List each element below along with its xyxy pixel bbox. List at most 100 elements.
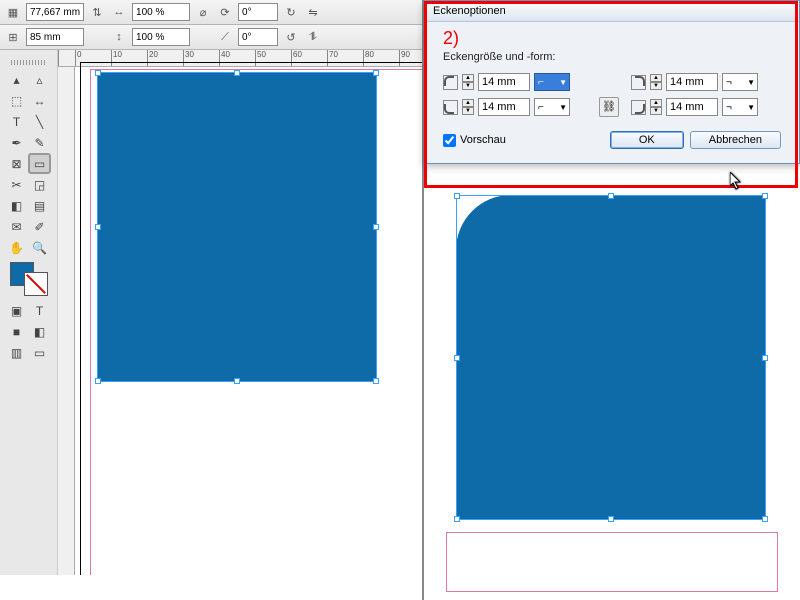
- annotation-legend: 2): [443, 28, 781, 49]
- handle-bl[interactable]: [454, 516, 460, 522]
- rotate-ccw-button[interactable]: ↺: [282, 28, 300, 46]
- line-tool[interactable]: ╲: [28, 111, 51, 132]
- handle-ml[interactable]: [95, 224, 101, 230]
- reference-point-icon[interactable]: ▦: [4, 3, 22, 21]
- page-tool[interactable]: ⬚: [5, 90, 28, 111]
- frame-tool[interactable]: ⊠: [5, 153, 28, 174]
- spin-down[interactable]: ▼: [462, 107, 474, 115]
- rotate-field[interactable]: 0°: [238, 3, 278, 21]
- shape-icon: ¬: [726, 77, 732, 88]
- eyedropper-tool[interactable]: ✐: [28, 216, 51, 237]
- selection-box[interactable]: [97, 72, 377, 382]
- chevron-down-icon: ▼: [747, 78, 755, 87]
- preview-label: Vorschau: [460, 134, 506, 146]
- spin-up[interactable]: ▲: [462, 74, 474, 82]
- shape-icon: ⌐: [538, 102, 544, 113]
- zoom-tool[interactable]: 🔍: [28, 237, 51, 258]
- handle-bc[interactable]: [234, 378, 240, 384]
- spin-down[interactable]: ▼: [650, 82, 662, 90]
- handle-ml[interactable]: [454, 355, 460, 361]
- preview-checkbox-input[interactable]: [443, 134, 456, 147]
- spin-up[interactable]: ▲: [650, 99, 662, 107]
- flip-h-button[interactable]: ⇋: [304, 3, 322, 21]
- rectangle-tool[interactable]: ▭: [28, 153, 51, 174]
- corner-top-right-row: ▲▼ ¬▼: [631, 73, 781, 91]
- corner-tr-value[interactable]: [666, 73, 718, 91]
- handle-bl[interactable]: [95, 378, 101, 384]
- spinner-br[interactable]: ▲▼: [650, 99, 662, 115]
- handle-mr[interactable]: [762, 355, 768, 361]
- transform-tool[interactable]: ◲: [28, 174, 51, 195]
- handle-tl[interactable]: [95, 70, 101, 76]
- note-tool[interactable]: ✉: [5, 216, 28, 237]
- corner-bl-icon: [443, 100, 458, 115]
- x-field[interactable]: 77,667 mm: [26, 3, 84, 21]
- shear-field[interactable]: 0°: [238, 28, 278, 46]
- type-tool[interactable]: T: [5, 111, 28, 132]
- vertical-ruler[interactable]: [58, 67, 75, 575]
- y-field[interactable]: 85 mm: [26, 28, 84, 46]
- color-swatches[interactable]: [10, 262, 48, 296]
- handle-bc[interactable]: [608, 516, 614, 522]
- corner-bottom-right-row: ▲▼ ¬▼: [631, 98, 781, 116]
- spinner-tl[interactable]: ▲▼: [462, 74, 474, 90]
- spin-up[interactable]: ▲: [462, 99, 474, 107]
- view-mode-normal[interactable]: ▥: [5, 342, 28, 363]
- format-container-button[interactable]: ▣: [5, 300, 28, 321]
- spin-up[interactable]: ▲: [650, 74, 662, 82]
- selection-box-right[interactable]: [456, 195, 766, 520]
- hand-tool[interactable]: ✋: [5, 237, 28, 258]
- feather-tool[interactable]: ▤: [28, 195, 51, 216]
- pen-tool[interactable]: ✒: [5, 132, 28, 153]
- link-scale-icon[interactable]: ⌀: [194, 3, 212, 21]
- view-mode-preview[interactable]: ▭: [28, 342, 51, 363]
- spin-down[interactable]: ▼: [650, 107, 662, 115]
- panel-grip[interactable]: [11, 60, 46, 65]
- scale-x-value: 100 %: [136, 7, 164, 18]
- pencil-tool[interactable]: ✎: [28, 132, 51, 153]
- chevron-down-icon: ▼: [559, 78, 567, 87]
- mouse-cursor-icon: [730, 172, 742, 190]
- corner-bl-value[interactable]: [478, 98, 530, 116]
- rotate-cw-button[interactable]: ↻: [282, 3, 300, 21]
- handle-tc[interactable]: [608, 193, 614, 199]
- handle-br[interactable]: [762, 516, 768, 522]
- scissors-tool[interactable]: ✂: [5, 174, 28, 195]
- scale-x-field[interactable]: 100 %: [132, 3, 190, 21]
- stroke-swatch[interactable]: [24, 272, 48, 296]
- corner-tr-shape[interactable]: ¬▼: [722, 73, 758, 91]
- format-text-button[interactable]: T: [28, 300, 51, 321]
- direct-selection-tool[interactable]: ▵: [28, 69, 51, 90]
- handle-mr[interactable]: [373, 224, 379, 230]
- ok-button[interactable]: OK: [610, 131, 684, 149]
- apply-color-button[interactable]: ■: [5, 321, 28, 342]
- shear-icon: ⟋: [216, 28, 234, 46]
- handle-tr[interactable]: [373, 70, 379, 76]
- flip-v-button[interactable]: ⥮: [304, 28, 322, 46]
- scale-y-value: 100 %: [136, 32, 164, 43]
- handle-br[interactable]: [373, 378, 379, 384]
- preview-checkbox[interactable]: Vorschau: [443, 134, 506, 147]
- spinner-bl[interactable]: ▲▼: [462, 99, 474, 115]
- dialog-title[interactable]: Eckenoptionen: [425, 1, 799, 22]
- spin-down[interactable]: ▼: [462, 82, 474, 90]
- shear-value: 0°: [242, 32, 252, 43]
- corner-tl-value[interactable]: [478, 73, 530, 91]
- gap-tool[interactable]: ↔: [28, 90, 51, 111]
- corner-br-shape[interactable]: ¬▼: [722, 98, 758, 116]
- link-corners-icon[interactable]: ⛓: [599, 97, 619, 117]
- corner-tl-shape[interactable]: ⌐▼: [534, 73, 570, 91]
- handle-tc[interactable]: [234, 70, 240, 76]
- y-icon: ⊞: [4, 28, 22, 46]
- selection-tool[interactable]: ▴: [5, 69, 28, 90]
- link-wh-icon[interactable]: ⇅: [88, 3, 106, 21]
- corner-br-value[interactable]: [666, 98, 718, 116]
- scale-y-field[interactable]: 100 %: [132, 28, 190, 46]
- gradient-tool[interactable]: ◧: [5, 195, 28, 216]
- handle-tl[interactable]: [454, 193, 460, 199]
- spinner-tr[interactable]: ▲▼: [650, 74, 662, 90]
- apply-gradient-button[interactable]: ◧: [28, 321, 51, 342]
- handle-tr[interactable]: [762, 193, 768, 199]
- cancel-button[interactable]: Abbrechen: [690, 131, 781, 149]
- corner-bl-shape[interactable]: ⌐▼: [534, 98, 570, 116]
